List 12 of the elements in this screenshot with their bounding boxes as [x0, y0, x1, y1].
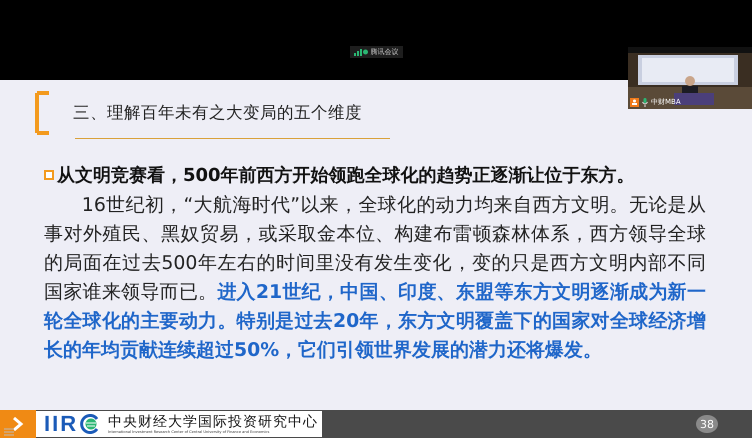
page-number: 38: [696, 415, 718, 433]
bullet-icon: [44, 170, 54, 180]
slide-heading: 从文明竞赛看，500年前西方开始领跑全球化的趋势正逐渐让位于东方。: [57, 164, 635, 187]
microphone-icon: [642, 98, 648, 106]
slide-paragraph: 16世纪初，“大航海时代”以来，全球化的动力均来自西方文明。无论是从事对外殖民、黑奴贸易，或采取金本位、构建布雷顿森林体系，西方领导全球的局面在过去500年左右的时间里没有发生变化，变的只是西方文明内部不同国家谁来领导而已。进入21世纪，中国、印度、东盟等东方文明逐渐成为新一轮全球化的主要动力。特别是过去20年，东方文明覆盖下的国家对全球经济增长的年均贡献连续超过50%，它们引领世界发展的潜力还将爆发。: [44, 193, 706, 363]
slide-title: 三、理解百年未有之大变局的五个维度: [73, 102, 362, 124]
org-name: 中央财经大学国际投资研究中心: [108, 414, 318, 430]
globe-icon: [80, 414, 100, 434]
signal-icon: [354, 48, 368, 56]
logo-text: IIR: [44, 411, 78, 437]
list-icon[interactable]: [4, 428, 14, 436]
bracket-icon: [35, 91, 51, 135]
